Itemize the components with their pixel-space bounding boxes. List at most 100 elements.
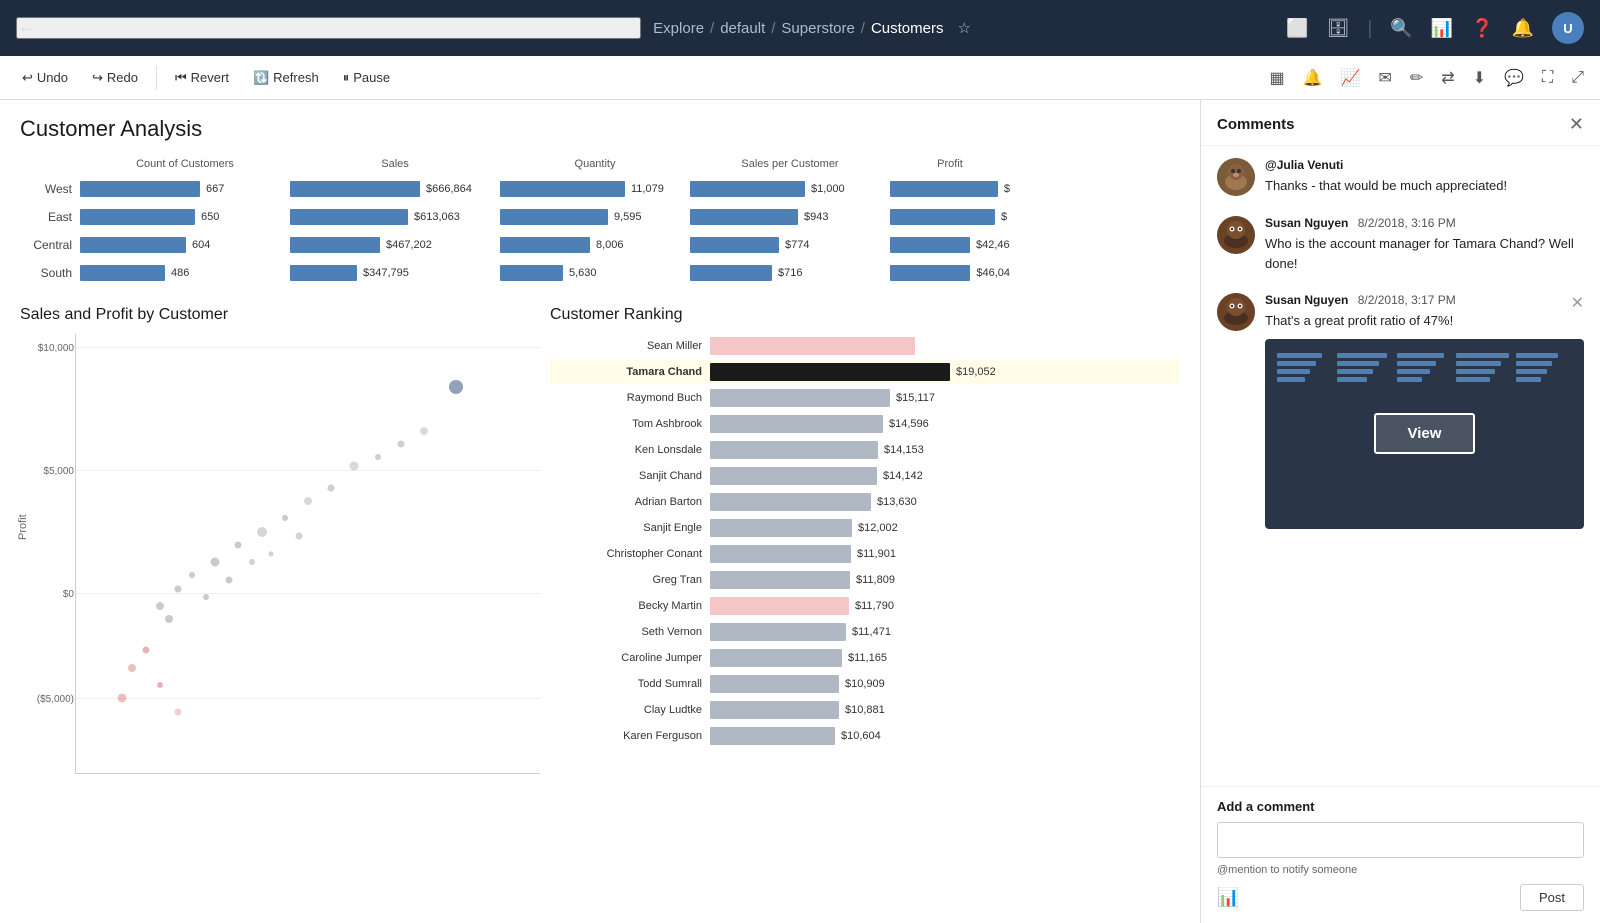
region-west: West	[20, 182, 80, 196]
post-button[interactable]: Post	[1520, 884, 1584, 911]
comment-text-1: Who is the account manager for Tamara Ch…	[1265, 234, 1584, 273]
dot-13	[350, 461, 359, 470]
breadcrumb-customers[interactable]: Customers	[871, 20, 944, 37]
comment-input[interactable]	[1217, 822, 1584, 858]
nav-back-button[interactable]: ←	[16, 17, 641, 39]
refresh-button[interactable]: 🔃 Refresh	[243, 66, 329, 90]
ranking-container: Customer Ranking Sean Miller Tamara Chan…	[550, 306, 1180, 774]
bar-west-spc	[690, 181, 805, 197]
alert-icon[interactable]: 🔔	[1299, 64, 1327, 92]
avatar-susan-1	[1217, 216, 1255, 254]
comments-close-button[interactable]: ✕	[1569, 114, 1584, 135]
trend-icon[interactable]: 📈	[1337, 64, 1365, 92]
metrics-icon[interactable]: 📊	[1431, 18, 1453, 39]
qty-bar-south: 5,630	[500, 265, 690, 281]
scatter-chart[interactable]: $10,000 $5,000 $0 ($5,000)	[75, 334, 540, 774]
breadcrumb-default[interactable]: default	[720, 20, 765, 37]
tablet-icon[interactable]: ⬜	[1286, 18, 1308, 39]
dot-1	[156, 602, 164, 610]
star-icon[interactable]: ☆	[958, 19, 971, 37]
comments-footer: Add a comment @mention to notify someone…	[1201, 786, 1600, 923]
dot-loss-2	[128, 664, 136, 672]
help-icon[interactable]: ❓	[1471, 18, 1493, 39]
expand-icon[interactable]: ⤢	[1567, 65, 1588, 91]
user-avatar[interactable]: U	[1552, 12, 1584, 44]
thumbnail-view-button[interactable]: View	[1374, 413, 1476, 454]
refresh-icon: 🔃	[253, 70, 269, 86]
toolbar: ↩ Undo ↪ Redo ⏮ Revert 🔃 Refresh ⏸ Pause…	[0, 56, 1600, 100]
share-icon[interactable]: ⇄	[1437, 64, 1458, 92]
redo-button[interactable]: ↪ Redo	[82, 66, 148, 90]
bar-2	[710, 389, 890, 407]
email-icon[interactable]: ✉	[1374, 64, 1395, 92]
count-bar-west: 667	[80, 181, 290, 197]
comment-footer-actions: 📊 Post	[1217, 884, 1584, 911]
bar-west-profit	[890, 181, 998, 197]
dot-14	[375, 454, 381, 460]
bar-13	[710, 675, 839, 693]
count-bar-south: 486	[80, 265, 290, 281]
count-bar-east: 650	[80, 209, 290, 225]
bar-south-profit	[890, 265, 970, 281]
download-icon[interactable]: ⬇	[1469, 64, 1490, 92]
add-comment-label: Add a comment	[1217, 799, 1584, 814]
ranking-row-11: Seth Vernon $11,471	[550, 620, 1180, 644]
bar-central-profit	[890, 237, 970, 253]
edit-icon[interactable]: ✏	[1406, 64, 1427, 92]
dot-15	[397, 440, 404, 447]
ranking-row-5: Sanjit Chand $14,142	[550, 464, 1180, 488]
bar-15	[710, 727, 835, 745]
toolbar-right: ▦ 🔔 📈 ✉ ✏ ⇄ ⬇ 💬 ⛶ ⤢	[1265, 64, 1588, 92]
dot-loss-5	[175, 708, 182, 715]
comment-content-0: @Julia Venuti Thanks - that would be muc…	[1265, 158, 1584, 196]
pause-icon: ⏸	[343, 70, 350, 86]
comment-dismiss-button[interactable]: ✕	[1571, 293, 1584, 313]
ranking-row-6: Adrian Barton $13,630	[550, 490, 1180, 514]
bell-icon[interactable]: 🔔	[1512, 18, 1534, 39]
dot-2	[175, 585, 182, 592]
metrics-row-west: West 667 $666,864 11,079 $1,000	[20, 176, 1180, 202]
bar-south-sales	[290, 265, 357, 281]
revert-icon: ⏮	[175, 70, 187, 86]
bar-7	[710, 519, 852, 537]
ranking-row-2: Raymond Buch $15,117	[550, 386, 1180, 410]
revert-button[interactable]: ⏮ Revert	[165, 66, 239, 90]
y-tick-neg5000: ($5,000)	[24, 694, 74, 705]
comment-icon[interactable]: 💬	[1500, 64, 1528, 92]
undo-button[interactable]: ↩ Undo	[12, 66, 78, 90]
bar-central-count	[80, 237, 186, 253]
profit-bar-west: $	[890, 181, 1010, 197]
nav-icons: ⬜ 🗄 | 🔍 📊 ❓ 🔔 U	[1286, 12, 1584, 44]
database-icon[interactable]: 🗄	[1327, 18, 1350, 39]
sales-bar-central: $467,202	[290, 237, 500, 253]
comment-meta-0: @Julia Venuti	[1265, 158, 1584, 172]
chart-view-icon[interactable]: ▦	[1265, 64, 1288, 92]
dot-7	[203, 594, 209, 600]
col-header-spc: Sales per Customer	[690, 158, 890, 170]
bar-east-sales	[290, 209, 408, 225]
ranking-row-15: Karen Ferguson $10,604	[550, 724, 1180, 748]
breadcrumb-superstore[interactable]: Superstore	[781, 20, 854, 37]
bar-10	[710, 597, 849, 615]
col-header-profit: Profit	[890, 158, 1010, 170]
ranking-row-3: Tom Ashbrook $14,596	[550, 412, 1180, 436]
dot-19	[295, 532, 302, 539]
attach-icon[interactable]: 📊	[1217, 887, 1239, 908]
col-header-sales: Sales	[290, 158, 500, 170]
ranking-row-7: Sanjit Engle $12,002	[550, 516, 1180, 540]
count-bar-central: 604	[80, 237, 290, 253]
separator: |	[1368, 18, 1373, 39]
pause-button[interactable]: ⏸ Pause	[333, 66, 400, 90]
bar-tamara	[710, 363, 950, 381]
ranking-row-13: Todd Sumrall $10,909	[550, 672, 1180, 696]
ranking-row-10: Becky Martin $11,790	[550, 594, 1180, 618]
page-title: Customer Analysis	[20, 116, 1180, 142]
dot-3	[189, 572, 195, 578]
breadcrumb-explore[interactable]: Explore	[653, 20, 704, 37]
comments-panel: Comments ✕ @Julia V	[1200, 100, 1600, 923]
search-icon[interactable]: 🔍	[1390, 18, 1412, 39]
fullscreen-icon[interactable]: ⛶	[1538, 65, 1557, 91]
y-tick-0: $0	[24, 589, 74, 600]
ranking-row-4: Ken Lonsdale $14,153	[550, 438, 1180, 462]
region-south: South	[20, 266, 80, 280]
